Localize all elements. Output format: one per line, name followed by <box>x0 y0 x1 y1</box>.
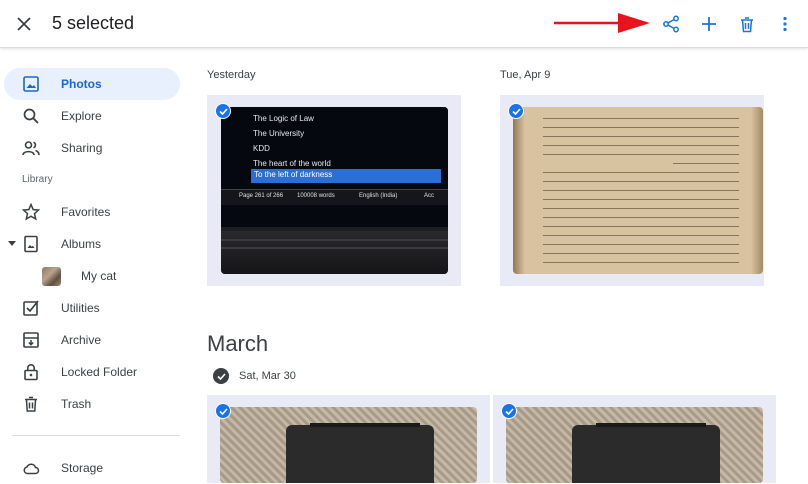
sidebar-item-label: My cat <box>81 269 117 283</box>
add-to-button[interactable] <box>697 12 721 36</box>
sidebar-item-storage[interactable]: Storage <box>4 452 180 484</box>
photo-text-line: The Logic of Law <box>253 114 314 123</box>
selected-check-icon[interactable] <box>215 403 231 419</box>
sidebar-item-explore[interactable]: Explore <box>4 100 180 132</box>
photo-status-text: Acc <box>424 193 435 199</box>
photo-tile[interactable] <box>207 395 490 483</box>
sidebar-item-label: Utilities <box>61 301 100 315</box>
sidebar: Photos Explore Sharing Library Favorites… <box>0 48 190 483</box>
star-icon <box>22 203 40 221</box>
photo-tile[interactable] <box>500 95 764 286</box>
album-thumbnail <box>42 267 61 286</box>
search-icon <box>23 108 39 124</box>
select-group-button[interactable] <box>213 368 229 384</box>
people-icon <box>22 141 40 156</box>
annotation-arrow <box>554 13 650 33</box>
library-section-label: Library <box>22 174 53 185</box>
photo-screen-image: The Logic of Law The University KDD The … <box>221 107 448 274</box>
sidebar-item-label: Archive <box>61 333 102 347</box>
selected-check-icon[interactable] <box>508 103 524 119</box>
sidebar-item-favorites[interactable]: Favorites <box>4 196 180 228</box>
cloud-icon <box>23 463 40 475</box>
photo-tile[interactable] <box>493 395 776 483</box>
caret-down-icon[interactable] <box>8 241 16 247</box>
more-options-button[interactable] <box>773 12 797 36</box>
month-heading: March <box>207 331 269 356</box>
photo-bag-image <box>220 407 477 483</box>
sidebar-item-label: Sharing <box>61 141 103 155</box>
sidebar-item-sharing[interactable]: Sharing <box>4 132 180 164</box>
share-icon <box>663 15 679 33</box>
photo-tile[interactable]: The Logic of Law The University KDD The … <box>207 95 461 286</box>
trash-icon <box>25 396 37 412</box>
selected-count: 5 selected <box>52 13 135 33</box>
delete-button[interactable] <box>735 12 759 36</box>
more-vert-icon <box>783 16 787 32</box>
close-selection-button[interactable] <box>12 12 36 36</box>
archive-icon <box>23 332 39 348</box>
date-group-label: Yesterday <box>207 69 256 81</box>
sidebar-item-label: Favorites <box>61 205 111 219</box>
trash-icon <box>741 16 753 32</box>
photo-grid: Yesterday Tue, Apr 9 The Logic of Law Th… <box>190 48 808 483</box>
sidebar-item-utilities[interactable]: Utilities <box>4 292 180 324</box>
sidebar-item-locked-folder[interactable]: Locked Folder <box>4 356 180 388</box>
sidebar-item-my-cat[interactable]: My cat <box>4 260 180 292</box>
photo-bag-image <box>506 407 763 483</box>
sidebar-item-label: Storage <box>61 461 104 475</box>
sidebar-item-photos[interactable]: Photos <box>4 68 180 100</box>
photo-status-text: Page 261 of 266 <box>239 193 284 199</box>
photo-status-text: English (India) <box>359 193 398 199</box>
photo-text-line: To the left of darkness <box>254 170 333 179</box>
check-icon <box>216 372 226 380</box>
share-button[interactable] <box>659 12 683 36</box>
sidebar-item-albums[interactable]: Albums <box>4 228 180 260</box>
album-icon <box>24 235 38 253</box>
date-group-label: Sat, Mar 30 <box>239 370 296 382</box>
photo-text-line: The University <box>253 129 305 138</box>
selection-toolbar: 5 selected <box>0 0 808 48</box>
sidebar-item-trash[interactable]: Trash <box>4 388 180 420</box>
sidebar-item-label: Albums <box>61 237 102 251</box>
sidebar-item-label: Explore <box>61 109 102 123</box>
sidebar-item-label: Locked Folder <box>61 365 138 379</box>
selected-check-icon[interactable] <box>215 103 231 119</box>
sidebar-item-archive[interactable]: Archive <box>4 324 180 356</box>
sidebar-item-label: Trash <box>61 397 92 411</box>
selected-check-icon[interactable] <box>501 403 517 419</box>
add-icon <box>702 17 716 31</box>
sidebar-item-label: Photos <box>61 77 102 91</box>
sidebar-divider <box>12 435 180 436</box>
close-icon <box>17 17 31 31</box>
lock-icon <box>24 364 38 381</box>
photo-book-page-image <box>513 107 763 274</box>
date-group-label: Tue, Apr 9 <box>500 69 551 81</box>
photo-text-line: KDD <box>253 144 270 153</box>
utilities-icon <box>23 300 39 316</box>
photos-icon <box>23 76 39 92</box>
photo-status-text: 100008 words <box>297 193 335 199</box>
